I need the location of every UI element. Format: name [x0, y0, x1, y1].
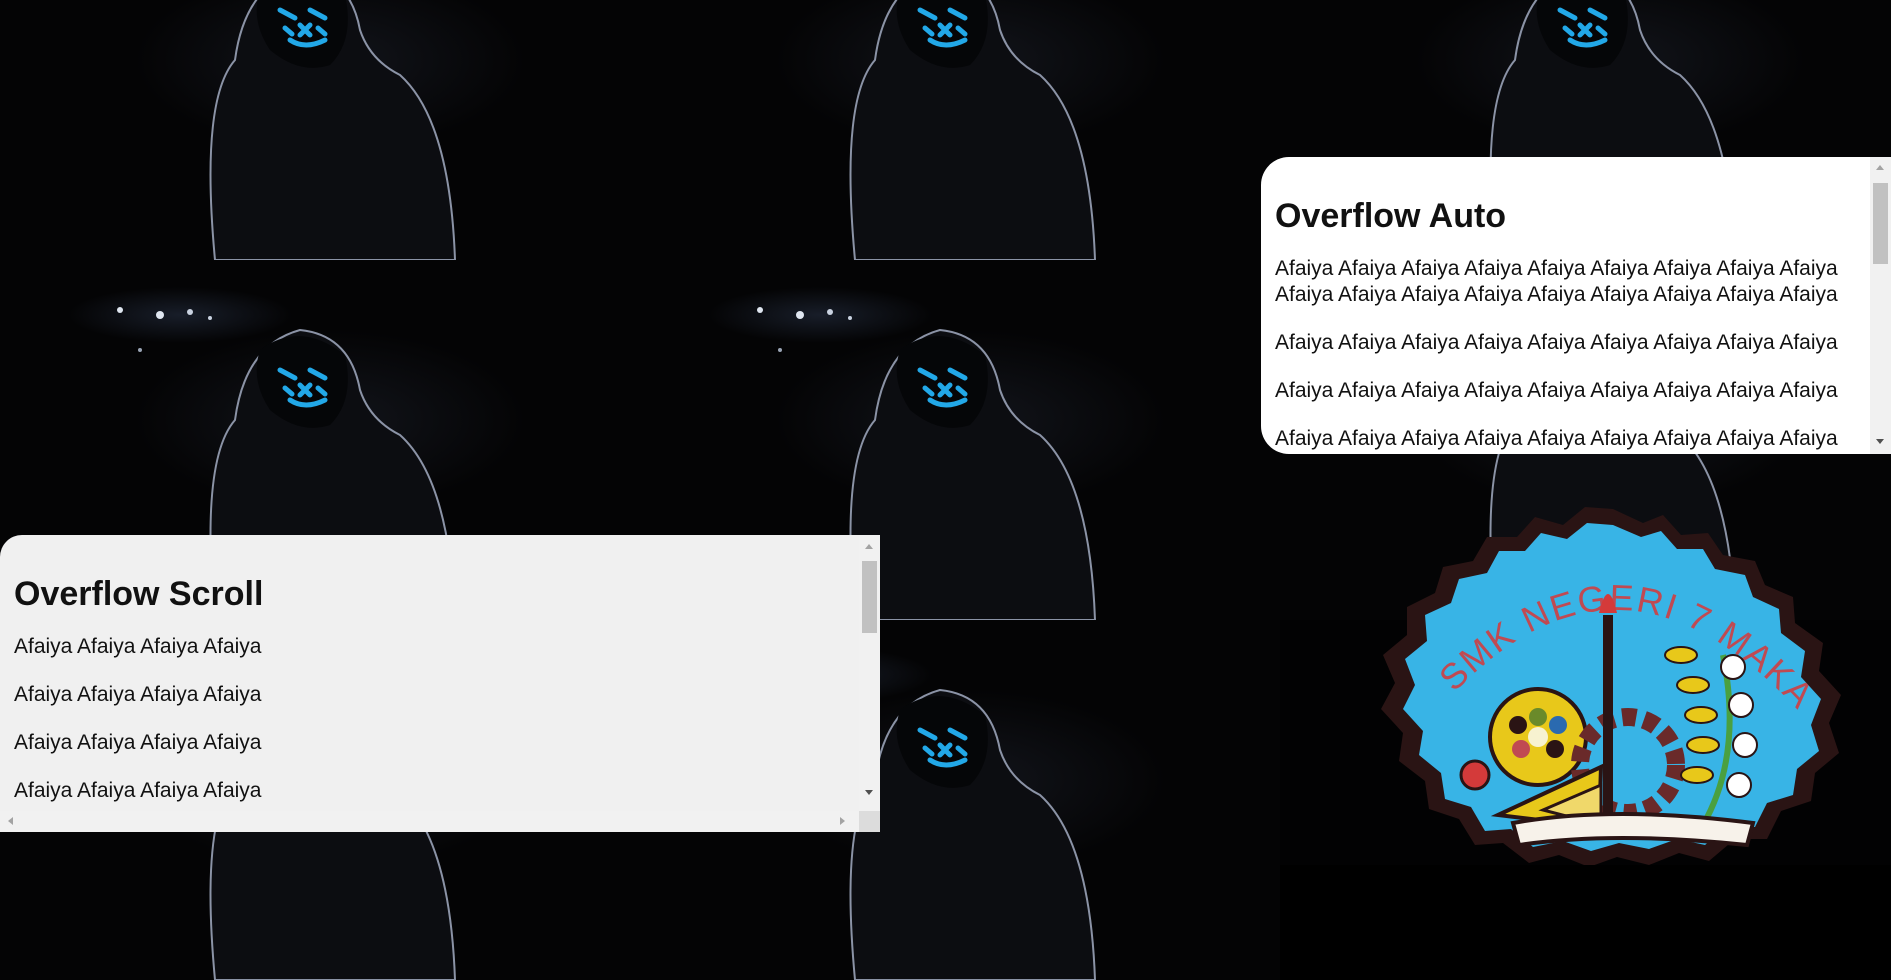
overflow-auto-vertical-scrollbar[interactable] — [1870, 157, 1891, 454]
overflow-scroll-box[interactable]: Overflow Scroll Afaiya Afaiya Afaiya Afa… — [0, 535, 880, 832]
scroll-up-arrow-icon[interactable] — [1876, 165, 1884, 170]
school-logo: SMK NEGERI 7 MAKASSAR — [1363, 505, 1841, 865]
overflow-auto-box[interactable]: Overflow Auto Afaiya Afaiya Afaiya Afaiy… — [1261, 157, 1891, 454]
overflow-scroll-paragraph: Afaiya Afaiya Afaiya Afaiya — [14, 731, 262, 754]
scroll-right-arrow-icon[interactable] — [840, 817, 845, 825]
overflow-auto-content: Overflow Auto Afaiya Afaiya Afaiya Afaiy… — [1275, 197, 1871, 454]
overflow-auto-paragraph: Afaiya Afaiya Afaiya Afaiya Afaiya Afaiy… — [1275, 427, 1838, 450]
overflow-auto-paragraph: Afaiya Afaiya Afaiya Afaiya Afaiya Afaiy… — [1275, 379, 1838, 402]
hooded-figure-neon-mask-icon — [849, 0, 1097, 260]
overflow-scroll-paragraph: Afaiya Afaiya Afaiya Afaiya — [14, 683, 262, 706]
overflow-scroll-paragraph: Afaiya Afaiya Afaiya Afaiya — [14, 779, 262, 802]
scroll-down-arrow-icon[interactable] — [1876, 439, 1884, 444]
overflow-scroll-vertical-thumb[interactable] — [862, 561, 877, 633]
overflow-scroll-paragraph: Afaiya Afaiya Afaiya Afaiya — [14, 635, 262, 658]
background-tile — [640, 0, 1280, 260]
background-tile — [0, 0, 640, 260]
hooded-figure-neon-mask-icon — [209, 0, 457, 260]
overflow-auto-paragraph: Afaiya Afaiya Afaiya Afaiya Afaiya Afaiy… — [1275, 257, 1838, 306]
overflow-scroll-vertical-scrollbar[interactable] — [859, 535, 880, 811]
overflow-auto-scroll-thumb[interactable] — [1873, 183, 1888, 264]
scroll-up-arrow-icon[interactable] — [865, 544, 873, 549]
overflow-scroll-title: Overflow Scroll — [14, 575, 264, 613]
scroll-down-arrow-icon[interactable] — [865, 790, 873, 795]
scrollbar-corner — [859, 811, 880, 832]
scroll-left-arrow-icon[interactable] — [8, 817, 13, 825]
overflow-scroll-content: Overflow Scroll Afaiya Afaiya Afaiya Afa… — [14, 575, 854, 826]
overflow-auto-paragraph: Afaiya Afaiya Afaiya Afaiya Afaiya Afaiy… — [1275, 331, 1838, 354]
overflow-auto-title: Overflow Auto — [1275, 197, 1507, 235]
overflow-scroll-horizontal-scrollbar[interactable] — [0, 811, 859, 832]
